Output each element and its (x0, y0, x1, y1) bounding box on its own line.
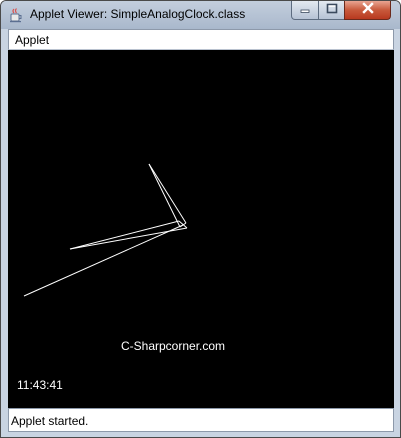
close-button[interactable] (344, 1, 391, 20)
status-text: Applet started. (11, 414, 89, 428)
status-bar: Applet started. (8, 408, 394, 432)
analog-clock (23, 163, 188, 297)
minimize-icon (299, 1, 311, 19)
window-title: Applet Viewer: SimpleAnalogClock.class (30, 7, 246, 21)
brand-label: C-Sharpcorner.com (121, 339, 226, 353)
maximize-button[interactable] (318, 1, 345, 20)
menu-applet[interactable]: Applet (15, 33, 49, 47)
java-cup-icon[interactable] (8, 7, 24, 23)
maximize-icon (326, 1, 338, 19)
clock-hand-second (23, 224, 184, 297)
applet-canvas[interactable]: C-Sharpcorner.com 11:43:41 (8, 50, 394, 408)
digital-time: 11:43:41 (17, 378, 63, 392)
menu-bar: Applet (8, 29, 394, 50)
clock-hand-minute (69, 220, 188, 250)
title-bar[interactable]: Applet Viewer: SimpleAnalogClock.class (1, 1, 400, 29)
clock-hand-hour (148, 163, 187, 228)
minimize-button[interactable] (291, 1, 319, 20)
close-icon (361, 1, 375, 19)
applet-viewer-window: Applet Viewer: SimpleAnalogClock.class A… (0, 0, 401, 438)
